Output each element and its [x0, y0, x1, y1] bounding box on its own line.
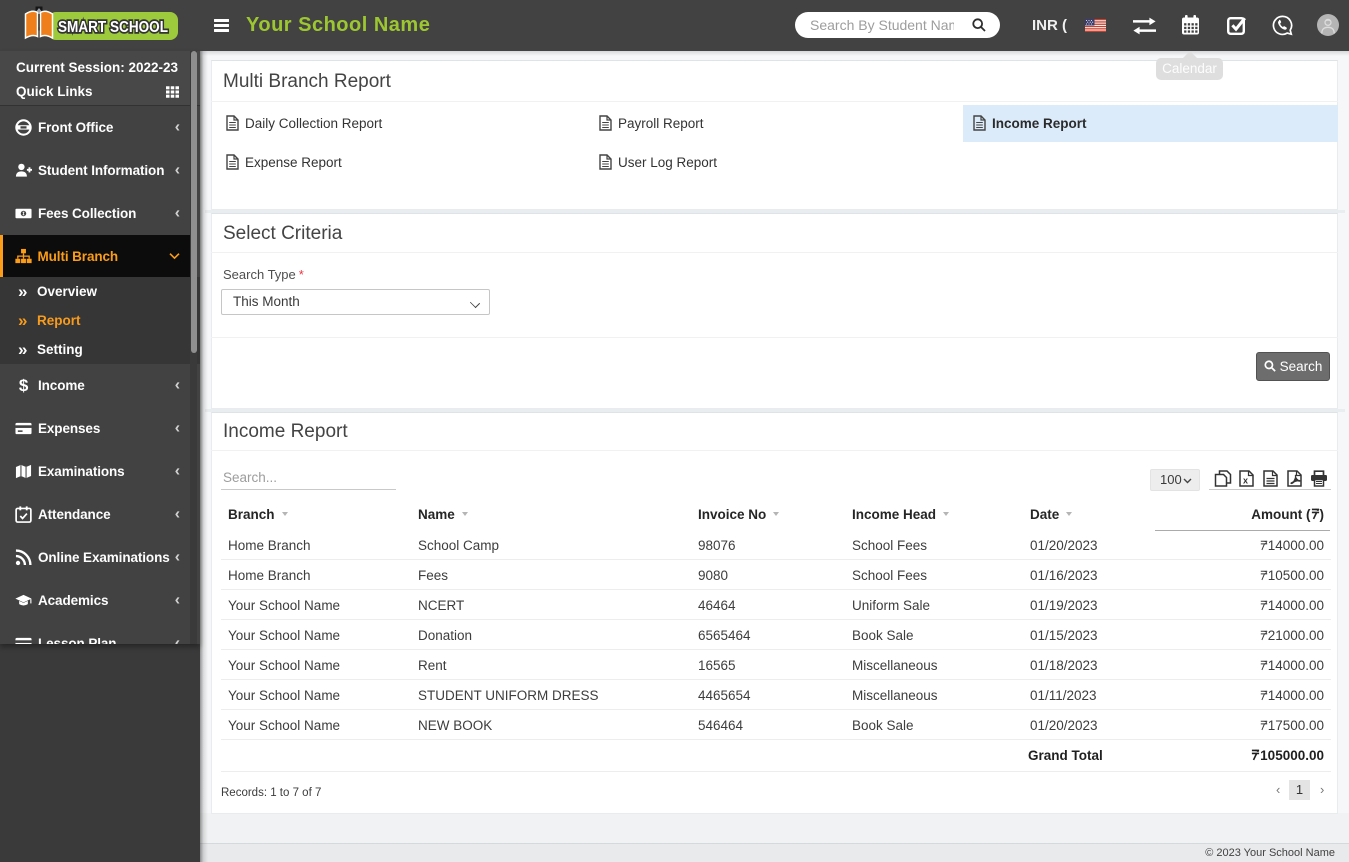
svg-text:SMART SCHOOL: SMART SCHOOL — [58, 19, 168, 36]
svg-text:x: x — [1243, 476, 1248, 486]
